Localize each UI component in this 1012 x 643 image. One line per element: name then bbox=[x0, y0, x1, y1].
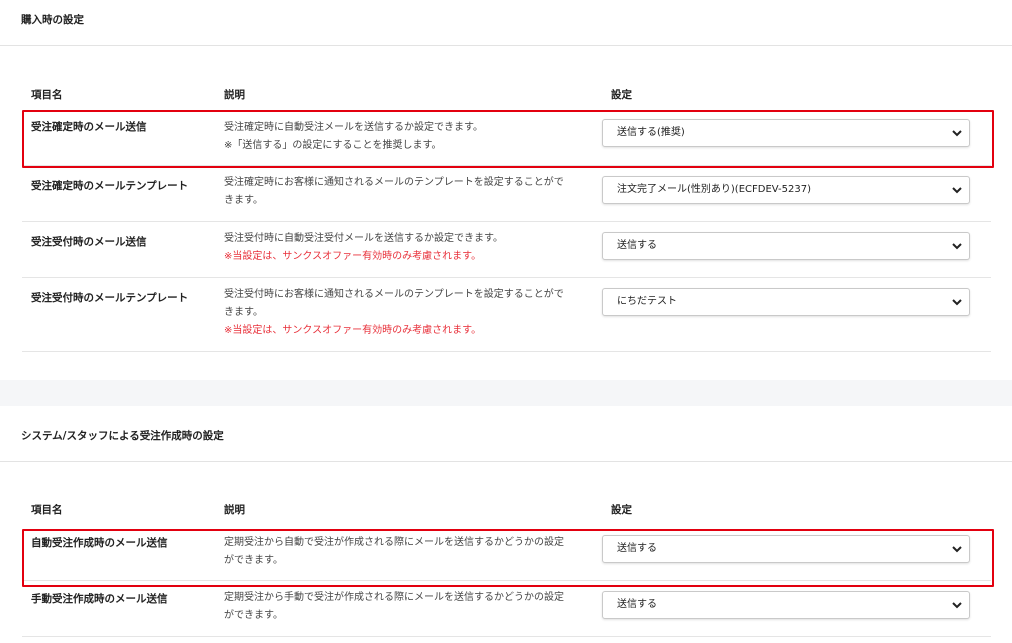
row-description: 定期受注から手動で受注が作成される際にメールを送信するかどうかの設定 ができます… bbox=[215, 580, 602, 637]
description-line: 定期受注から手動で受注が作成される際にメールを送信するかどうかの設定 bbox=[224, 592, 564, 603]
order-accept-mail-template-select[interactable]: にちだテスト bbox=[602, 287, 970, 316]
select-value: 送信する bbox=[617, 599, 657, 610]
row-description: 受注確定時に自動受注メールを送信するか設定できます。 ※「送信する」の設定にする… bbox=[215, 107, 602, 166]
order-confirm-mail-send-select[interactable]: 送信する(推奨) bbox=[602, 119, 970, 147]
select-value: 注文完了メール(性別あり)(ECFDEV-5237) bbox=[617, 183, 811, 195]
table-header-row: 項目名 説明 設定 bbox=[22, 81, 991, 107]
table-row: 受注確定時のメール送信 受注確定時に自動受注メールを送信するか設定できます。 ※… bbox=[22, 107, 991, 166]
row-description: 受注確定時にお客様に通知されるメールのテンプレートを設定することがで きます。 bbox=[215, 165, 602, 222]
auto-order-mail-send-select[interactable]: 送信する bbox=[602, 534, 970, 563]
row-description: 受注受付時に自動受注受付メールを送信するか設定できます。 ※当設定は、サンクスオ… bbox=[215, 221, 602, 278]
table-row: 受注受付時のメール送信 受注受付時に自動受注受付メールを送信するか設定できます。… bbox=[22, 221, 991, 278]
header-setting: 設定 bbox=[611, 88, 632, 101]
row-name: 受注受付時のメール送信 bbox=[22, 221, 215, 278]
system-staff-settings-table: 項目名 説明 設定 自動受注作成時のメール送信 定期受注から自動で受注が作成され… bbox=[22, 497, 991, 637]
chevron-down-icon bbox=[952, 545, 962, 552]
table-row: 手動受注作成時のメール送信 定期受注から手動で受注が作成される際にメールを送信す… bbox=[22, 580, 991, 637]
select-value: にちだテスト bbox=[617, 295, 677, 307]
description-line: 受注確定時に自動受注メールを送信するか設定できます。 bbox=[224, 122, 483, 133]
table-row: 受注受付時のメールテンプレート 受注受付時にお客様に通知されるメールのテンプレー… bbox=[22, 277, 991, 352]
thanks-offer-note: ※当設定は、サンクスオファー有効時のみ考慮されます。 bbox=[224, 250, 482, 262]
row-description: 受注受付時にお客様に通知されるメールのテンプレートを設定することがで きます。 … bbox=[215, 277, 602, 352]
section-title: システム/スタッフによる受注作成時の設定 bbox=[21, 429, 224, 442]
description-line: 受注受付時にお客様に通知されるメールのテンプレートを設定することがで bbox=[224, 288, 564, 300]
chevron-down-icon bbox=[952, 242, 962, 249]
header-desc: 説明 bbox=[224, 88, 245, 101]
manual-order-mail-send-select[interactable]: 送信する bbox=[602, 591, 970, 619]
description-line: きます。 bbox=[224, 306, 263, 318]
chevron-down-icon bbox=[952, 602, 962, 609]
description-line: ※「送信する」の設定にすることを推奨します。 bbox=[224, 140, 442, 151]
chevron-down-icon bbox=[952, 298, 962, 305]
description-line: 受注確定時にお客様に通知されるメールのテンプレートを設定することがで bbox=[224, 176, 564, 188]
row-description: 定期受注から自動で受注が作成される際にメールを送信するかどうかの設定 ができます… bbox=[215, 522, 602, 581]
row-name: 受注受付時のメールテンプレート bbox=[22, 277, 215, 352]
purchase-settings-section: 購入時の設定 項目名 説明 設定 受注確定時のメール送信 受注確定時に自動受注メ… bbox=[0, 0, 1012, 380]
order-accept-mail-send-select[interactable]: 送信する bbox=[602, 231, 970, 260]
table-row: 受注確定時のメールテンプレート 受注確定時にお客様に通知されるメールのテンプレー… bbox=[22, 165, 991, 222]
row-name: 受注確定時のメール送信 bbox=[22, 107, 215, 166]
row-name: 受注確定時のメールテンプレート bbox=[22, 165, 215, 222]
header-name: 項目名 bbox=[31, 88, 63, 101]
description-line: 定期受注から自動で受注が作成される際にメールを送信するかどうかの設定 bbox=[224, 536, 564, 548]
chevron-down-icon bbox=[952, 130, 962, 137]
section-gap bbox=[0, 379, 1012, 406]
table-header-row: 項目名 説明 設定 bbox=[22, 497, 991, 523]
description-line: 受注受付時に自動受注受付メールを送信するか設定できます。 bbox=[224, 232, 503, 244]
table-row: 自動受注作成時のメール送信 定期受注から自動で受注が作成される際にメールを送信す… bbox=[22, 522, 991, 581]
select-value: 送信する bbox=[617, 542, 657, 554]
row-name: 自動受注作成時のメール送信 bbox=[22, 522, 215, 581]
description-line: きます。 bbox=[224, 194, 263, 206]
select-value: 送信する bbox=[617, 239, 657, 251]
header-desc: 説明 bbox=[224, 504, 245, 516]
section-title: 購入時の設定 bbox=[21, 14, 84, 26]
header-name: 項目名 bbox=[31, 504, 63, 516]
header-setting: 設定 bbox=[611, 504, 632, 516]
description-line: ができます。 bbox=[224, 554, 283, 566]
row-name: 手動受注作成時のメール送信 bbox=[22, 580, 215, 637]
system-staff-settings-section: システム/スタッフによる受注作成時の設定 項目名 説明 設定 自動受注作成時のメ… bbox=[0, 405, 1012, 637]
order-confirm-mail-template-select[interactable]: 注文完了メール(性別あり)(ECFDEV-5237) bbox=[602, 175, 970, 204]
chevron-down-icon bbox=[952, 186, 962, 193]
thanks-offer-note: ※当設定は、サンクスオファー有効時のみ考慮されます。 bbox=[224, 324, 482, 336]
select-value: 送信する(推奨) bbox=[617, 127, 685, 138]
description-line: ができます。 bbox=[224, 610, 283, 621]
purchase-settings-table: 項目名 説明 設定 受注確定時のメール送信 受注確定時に自動受注メールを送信する… bbox=[22, 81, 991, 352]
